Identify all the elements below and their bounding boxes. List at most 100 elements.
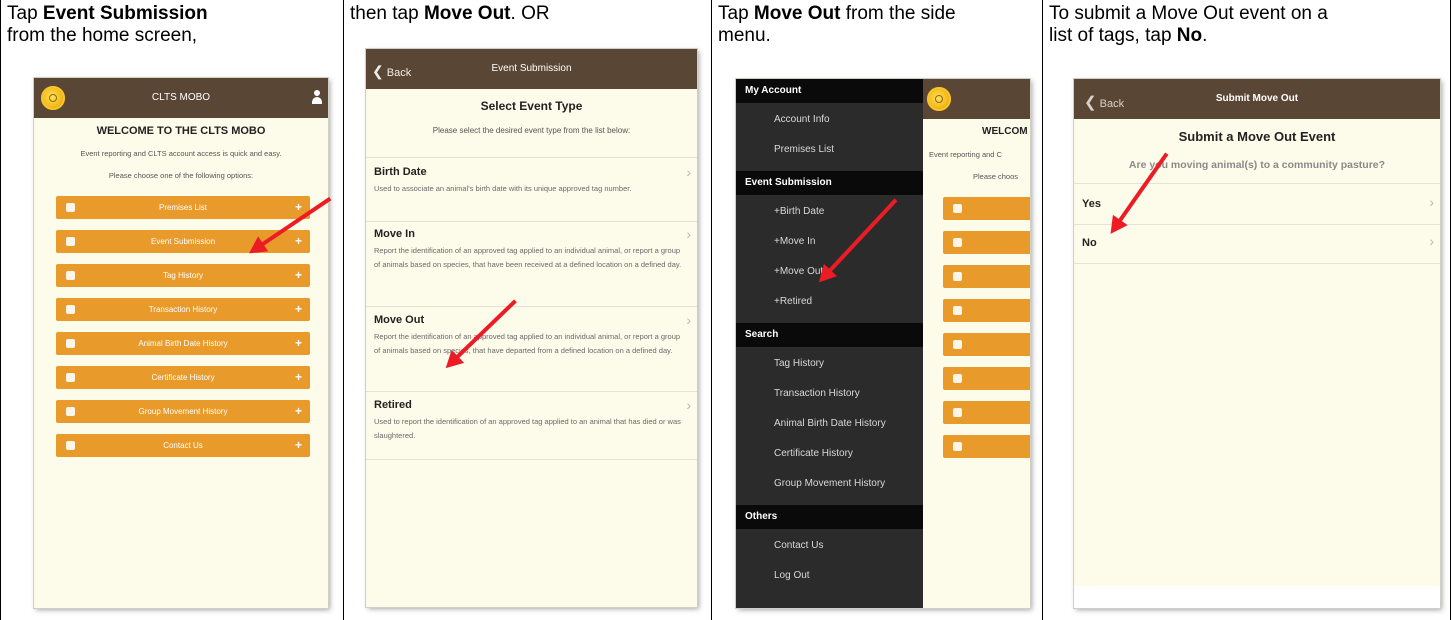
event-type-description: Used to associate an animal's birth date…	[374, 184, 632, 193]
event-type-description: Report the identification of an approved…	[374, 332, 681, 355]
submit-move-out-screen: ❮ Back Submit Move Out Submit a Move Out…	[1074, 79, 1440, 608]
button-label: Premises List	[158, 203, 207, 212]
caption-line: Tap Move Out from the side	[718, 3, 956, 25]
select-heading: Select Event Type	[480, 99, 583, 113]
menu-item[interactable]: Animal Birth Date History	[774, 418, 886, 429]
home-button[interactable]: Contact Us +	[56, 434, 310, 457]
caption-text: menu.	[718, 25, 771, 46]
menu-item[interactable]: Tag History	[774, 358, 824, 369]
menu-icon	[953, 374, 962, 383]
home-button[interactable]: Certificate History +	[56, 366, 310, 389]
menu-item[interactable]: +Birth Date	[774, 206, 824, 217]
option-label: Yes	[1082, 198, 1101, 210]
chevron-right-icon: ›	[686, 226, 691, 242]
chevron-right-icon: ›	[686, 164, 691, 180]
chevron-right-icon: ›	[1429, 194, 1434, 210]
panel-side-menu: Tap Move Out from the side menu. WELCOM E…	[711, 0, 1042, 620]
event-type-item[interactable]: Birth Date Used to associate an animal's …	[366, 157, 697, 222]
menu-icon	[953, 238, 962, 247]
app-header: ❮ Back Submit Move Out	[1074, 79, 1440, 119]
panel-caption: Tap Move Out from the side menu.	[718, 3, 956, 47]
menu-item[interactable]: Log Out	[774, 570, 810, 581]
option-no[interactable]: No ›	[1074, 223, 1440, 264]
event-type-item[interactable]: Retired Used to report the identification…	[366, 391, 697, 460]
home-button-partial	[943, 299, 1030, 322]
home-button[interactable]: Event Submission +	[56, 230, 310, 253]
menu-section-header: My Account	[736, 79, 923, 103]
user-icon[interactable]	[312, 90, 322, 104]
caption-emphasis: Move Out	[753, 3, 841, 24]
caption-line: list of tags, tap No.	[1049, 25, 1328, 47]
event-type-item[interactable]: Move In Report the identification of an a…	[366, 220, 697, 307]
plus-icon: +	[294, 268, 302, 282]
caption-line: menu.	[718, 25, 956, 47]
select-prompt: Please select the desired event type fro…	[432, 126, 631, 135]
menu-icon	[953, 442, 962, 451]
chevron-right-icon: ›	[686, 312, 691, 328]
menu-icon	[953, 340, 962, 349]
menu-item[interactable]: Group Movement History	[774, 478, 885, 489]
plus-icon: +	[294, 404, 302, 418]
panel-submit-move-out: To submit a Move Out event on a list of t…	[1042, 0, 1451, 620]
plus-icon: +	[294, 302, 302, 316]
event-type-description: Report the identification of an approved…	[374, 246, 682, 269]
menu-item[interactable]: Transaction History	[774, 388, 860, 399]
welcome-heading: WELCOME TO THE CLTS MOBO	[96, 125, 266, 137]
menu-section-header: Others	[736, 505, 923, 529]
caption-text: . OR	[510, 3, 550, 24]
button-label: Group Movement History	[138, 407, 228, 416]
menu-icon	[953, 306, 962, 315]
event-type-title: Retired	[374, 399, 412, 411]
screen-title: Event Submission	[491, 63, 572, 74]
caption-text: then tap	[350, 3, 424, 24]
home-button[interactable]: Group Movement History +	[56, 400, 310, 423]
event-type-title: Move Out	[374, 314, 425, 326]
caption-text: from the home screen,	[7, 25, 198, 46]
button-label: Contact Us	[163, 441, 203, 450]
home-button-partial	[943, 231, 1030, 254]
caption-text: To submit a Move Out event on a	[1049, 3, 1328, 24]
caption-text: Tap	[7, 3, 43, 24]
prompt-text: Please choose one of the following optio…	[108, 171, 254, 180]
panel-caption: To submit a Move Out event on a list of t…	[1049, 3, 1328, 47]
plus-icon: +	[294, 438, 302, 452]
caption-line: then tap Move Out. OR	[350, 3, 550, 25]
caption-text: .	[1202, 25, 1208, 46]
caption-emphasis: Move Out	[423, 3, 511, 24]
button-label: Transaction History	[148, 305, 218, 314]
home-button[interactable]: Transaction History +	[56, 298, 310, 321]
side-menu-screen: WELCOM Event reporting and C Please choo…	[736, 79, 1030, 608]
home-button[interactable]: Tag History +	[56, 264, 310, 287]
plus-icon: +	[294, 234, 302, 248]
caption-text: from the side	[840, 3, 956, 24]
home-button[interactable]: Animal Birth Date History +	[56, 332, 310, 355]
home-button-partial	[943, 401, 1030, 424]
intro-text: Event reporting and CLTS account access …	[80, 149, 282, 158]
event-submission-screen: ❮ Back Event Submission Select Event Typ…	[366, 49, 697, 607]
caption-text: list of tags, tap	[1049, 25, 1177, 46]
menu-item[interactable]: +Move In	[774, 236, 815, 247]
menu-item[interactable]: Premises List	[774, 144, 834, 155]
home-button-partial	[943, 367, 1030, 390]
menu-item[interactable]: Certificate History	[774, 448, 853, 459]
menu-item[interactable]: Account Info	[774, 114, 830, 125]
option-label: No	[1082, 237, 1097, 249]
menu-item[interactable]: Contact Us	[774, 540, 823, 551]
menu-icon	[953, 408, 962, 417]
chevron-right-icon: ›	[1429, 233, 1434, 249]
home-button-partial	[943, 435, 1030, 458]
caption-line: from the home screen,	[7, 25, 208, 47]
home-screen-behind: WELCOM Event reporting and C Please choo…	[923, 79, 1030, 608]
intro-text-partial: Event reporting and C	[929, 150, 1002, 159]
home-button[interactable]: Premises List +	[56, 196, 310, 219]
caption-text: Tap	[718, 3, 754, 24]
panel-caption: then tap Move Out. OR	[350, 3, 550, 25]
button-label: Animal Birth Date History	[138, 339, 228, 348]
torn-edge	[1074, 586, 1440, 608]
app-header: ❮ Back Event Submission	[366, 49, 697, 89]
app-logo	[927, 87, 951, 111]
menu-section-header: Event Submission	[736, 171, 923, 195]
prompt-text-partial: Please choos	[973, 172, 1019, 181]
menu-item[interactable]: +Retired	[774, 296, 812, 307]
event-type-item[interactable]: Move Out Report the identification of an …	[366, 306, 697, 392]
